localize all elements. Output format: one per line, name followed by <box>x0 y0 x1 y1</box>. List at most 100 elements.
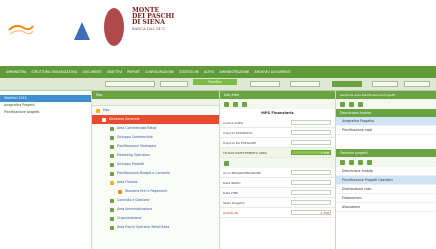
list-item[interactable]: Anagrafica Progetto <box>336 117 436 126</box>
org-tree-panel: Mps Mps Direzione Generale Area Commerci… <box>92 91 220 249</box>
nav-item[interactable]: STRUTTURA ORGANIZZATIVA <box>31 70 77 74</box>
node-icon <box>110 198 114 203</box>
bank-name: MONTE DEI PASCHI DI SIENA BANCA DAL 1472 <box>132 7 175 31</box>
field-input[interactable] <box>291 140 331 145</box>
tree-row[interactable]: Direzione Generale <box>92 115 219 124</box>
panel-toolbar <box>336 157 436 167</box>
folder-icon <box>96 108 100 113</box>
tree-row[interactable]: Marketing Operativo <box>92 151 219 160</box>
add-icon[interactable] <box>224 160 229 166</box>
field-input[interactable] <box>291 120 331 125</box>
tab-active[interactable] <box>332 81 362 87</box>
menu-item[interactable]: Pianificazione progetti <box>0 109 91 116</box>
section-header: Gestione progetti <box>336 149 436 157</box>
nav-item[interactable]: CONFIGURAZIONE <box>145 70 174 74</box>
triangle-logo-icon <box>74 22 90 40</box>
form-field: Ambito DI 1.758 <box>220 208 335 218</box>
save-icon[interactable] <box>349 101 354 107</box>
field-input[interactable] <box>291 180 331 185</box>
nav-item[interactable]: DOCUMENTI <box>82 70 102 74</box>
node-icon <box>110 135 114 140</box>
node-icon <box>118 189 122 194</box>
list-item[interactable]: Descrizione Ambito <box>336 167 436 176</box>
form-field: Stato Progetto <box>220 198 335 208</box>
tree-toolbar <box>92 99 219 106</box>
menu-item[interactable]: Obiettivi 2015 <box>0 95 91 102</box>
pianifica-button[interactable]: Pianifica <box>193 79 237 85</box>
nav-item[interactable]: REPORT <box>127 70 140 74</box>
list-item[interactable]: Pianificazione Progetti Operativi <box>336 176 436 185</box>
tree-row[interactable]: Sviluppo Commerciale <box>92 133 219 142</box>
add-icon[interactable] <box>367 159 372 165</box>
tab-box[interactable] <box>290 81 320 87</box>
delete-icon[interactable] <box>242 101 247 107</box>
brand-logo-icon <box>8 24 34 35</box>
form-field: Importo DA ESEGUIRE <box>220 138 335 148</box>
nav-item[interactable]: OBIETTIVI <box>107 70 123 74</box>
node-icon <box>110 162 114 167</box>
tree-row[interactable]: Area Commerciale Retail <box>92 124 219 133</box>
field-input[interactable]: 1.758 <box>291 210 331 215</box>
tree-row[interactable]: Area Rischi Operativi Retail Italia <box>92 223 219 232</box>
save-icon[interactable] <box>233 101 238 107</box>
form-field: Data FINE <box>220 188 335 198</box>
tree-root[interactable]: Mps <box>92 106 219 115</box>
form-title: MPS Finanziaria <box>261 111 294 115</box>
field-input[interactable] <box>291 200 331 205</box>
tree-row[interactable]: Area Amministrazione <box>92 205 219 214</box>
form-field: Anno PROGRAMMAZIONE <box>220 168 335 178</box>
menu-item[interactable]: Anagrafica Progetti <box>0 102 91 109</box>
field-input[interactable]: 1.758 <box>291 150 331 155</box>
left-menu: Obiettivi 2015 Anagrafica Progetti Piani… <box>0 91 92 249</box>
tree-row[interactable]: Controllo e Gestione <box>92 196 219 205</box>
tree-row[interactable]: Sviluppo Prodotti <box>92 160 219 169</box>
form-field: Data INIZIO <box>220 178 335 188</box>
node-icon <box>110 153 114 158</box>
bank-seal-icon <box>104 8 124 46</box>
tree-row[interactable]: Organizzazione <box>92 214 219 223</box>
section-header: Descrizione Ambito <box>336 109 436 117</box>
node-icon <box>110 144 114 149</box>
delete-icon[interactable] <box>358 159 363 165</box>
edit-icon[interactable] <box>340 101 345 107</box>
node-icon <box>110 225 114 230</box>
tab-box[interactable] <box>250 81 280 87</box>
list-item[interactable]: Pianificazione costi <box>336 126 436 135</box>
tree-row[interactable]: Pianificazione Budget e Controllo <box>92 169 219 178</box>
panel-title: Gestione area Pianificazione Progetti <box>336 91 436 99</box>
panel-toolbar <box>220 158 335 168</box>
tree-row[interactable]: Tesoreria Enti e Pagamenti <box>92 187 219 196</box>
list-item[interactable]: Elaborazioni <box>336 194 436 203</box>
field-input[interactable] <box>291 190 331 195</box>
field-input[interactable] <box>291 170 331 175</box>
nav-item[interactable]: ALTRO <box>204 70 214 74</box>
form-field: Codice UORG <box>220 118 335 128</box>
edit-icon[interactable] <box>340 159 345 165</box>
node-icon <box>110 180 114 185</box>
list-item[interactable]: Distribuzione costi <box>336 185 436 194</box>
delete-icon[interactable] <box>358 101 363 107</box>
tree-row[interactable]: Area Finanza <box>92 178 219 187</box>
nav-item[interactable]: STATISTICHE <box>179 70 199 74</box>
edit-icon[interactable] <box>224 101 229 107</box>
node-icon <box>110 171 114 176</box>
tab-box[interactable] <box>404 81 430 87</box>
tree-row[interactable]: Pianificazione Strategica <box>92 142 219 151</box>
panel-title: Dati Area <box>220 91 335 99</box>
tab-box[interactable] <box>372 81 398 87</box>
detail-panel: Dati Area MPS Finanziaria Codice UORG Im… <box>220 91 336 249</box>
nav-item[interactable]: AMMINISTRA <box>6 70 26 74</box>
save-icon[interactable] <box>349 159 354 165</box>
nav-item[interactable]: AMMINISTRAZIONE <box>219 70 249 74</box>
list-item[interactable]: Allocazione <box>336 203 436 212</box>
right-panel: Gestione area Pianificazione Progetti De… <box>336 91 436 249</box>
toolbar-strip: Pianifica <box>0 78 436 91</box>
form-field: Importo STANZIATO <box>220 128 335 138</box>
year-field[interactable] <box>160 81 188 87</box>
field-input[interactable] <box>291 130 331 135</box>
header: MONTE DEI PASCHI DI SIENA BANCA DAL 1472 <box>0 0 436 66</box>
nav-item[interactable]: ARCHIVIO DOCUMENTI <box>254 70 290 74</box>
filter-field[interactable] <box>105 81 155 87</box>
node-icon <box>110 216 114 221</box>
